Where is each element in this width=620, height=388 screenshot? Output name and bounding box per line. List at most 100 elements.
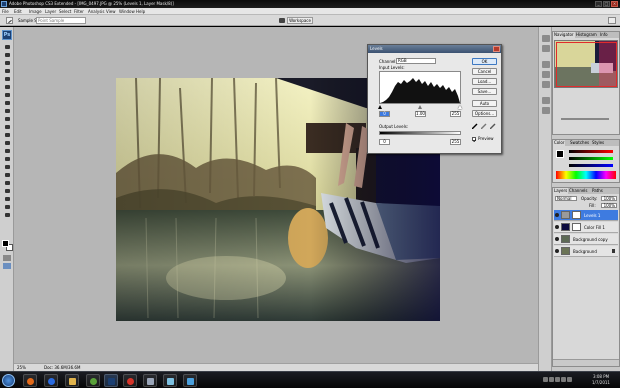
blue-slider[interactable]: [569, 164, 613, 167]
layer-mask-thumbnail[interactable]: [572, 223, 581, 231]
input-black-field[interactable]: 0: [379, 111, 390, 117]
levels-titlebar[interactable]: Levels: [368, 45, 501, 53]
black-eyedropper-icon[interactable]: [471, 123, 478, 130]
maximize-button[interactable]: □: [603, 1, 610, 7]
input-white-slider[interactable]: [458, 105, 462, 109]
path-select-tool-icon[interactable]: [3, 172, 11, 178]
tab-navigator[interactable]: Navigator: [553, 32, 575, 38]
paragraph-panel-icon[interactable]: [542, 107, 550, 114]
history-panel-icon[interactable]: [542, 35, 550, 42]
photoshop-taskbar-icon[interactable]: [104, 374, 118, 387]
menu-analysis[interactable]: Analysis: [88, 8, 104, 15]
input-black-slider[interactable]: [378, 105, 382, 109]
type-tool-icon[interactable]: [3, 164, 11, 170]
layer-row[interactable]: Background: [554, 246, 618, 257]
eye-icon[interactable]: [555, 225, 559, 229]
levels-dialog[interactable]: Levels Channel: RGB Input Levels: 0 1.00…: [367, 44, 502, 154]
opacity-field[interactable]: 100%: [601, 196, 617, 201]
eyedropper-icon[interactable]: [6, 17, 13, 24]
close-button[interactable]: ×: [611, 1, 618, 7]
healing-tool-icon[interactable]: [3, 92, 11, 98]
marquee-tool-icon[interactable]: [3, 52, 11, 58]
tray-icon[interactable]: [549, 377, 554, 382]
tray-icon[interactable]: [567, 377, 572, 382]
quick-select-tool-icon[interactable]: [3, 68, 11, 74]
chrome-icon[interactable]: [123, 374, 137, 387]
lasso-tool-icon[interactable]: [3, 60, 11, 66]
ok-button[interactable]: OK: [472, 58, 497, 65]
layer-row[interactable]: Levels 1: [554, 210, 618, 221]
app-icon[interactable]: [143, 374, 157, 387]
foreground-color-swatch[interactable]: [2, 240, 9, 247]
tab-swatches[interactable]: Swatches: [569, 140, 590, 146]
minimize-button[interactable]: _: [595, 1, 602, 7]
clock[interactable]: 3:08 PM 1/7/2011: [586, 374, 616, 387]
layer-row[interactable]: Color Fill 1: [554, 222, 618, 233]
gray-eyedropper-icon[interactable]: [480, 123, 487, 130]
white-eyedropper-icon[interactable]: [489, 123, 496, 130]
move-tool-icon[interactable]: [3, 44, 11, 50]
gradient-tool-icon[interactable]: [3, 132, 11, 138]
navigator-view-box[interactable]: [556, 42, 617, 87]
eye-icon[interactable]: [555, 213, 559, 217]
spectrum-bar[interactable]: [556, 171, 616, 179]
tab-histogram[interactable]: Histogram: [575, 32, 598, 38]
input-gamma-slider[interactable]: [418, 105, 422, 109]
blend-mode-select[interactable]: Normal: [555, 196, 577, 201]
menu-layer[interactable]: Layer: [45, 8, 56, 15]
eyedropper-tool-icon[interactable]: [3, 196, 11, 202]
navigator-preview[interactable]: [554, 40, 618, 88]
crop-tool-icon[interactable]: [3, 76, 11, 82]
brushes-panel-icon[interactable]: [542, 61, 550, 68]
stamp-tool-icon[interactable]: [3, 108, 11, 114]
messenger-icon[interactable]: [86, 374, 100, 387]
menu-select[interactable]: Select: [59, 8, 71, 15]
color-fg-swatch[interactable]: [556, 150, 564, 158]
menu-edit[interactable]: Edit: [14, 8, 22, 15]
blur-tool-icon[interactable]: [3, 140, 11, 146]
options-button[interactable]: Options...: [472, 110, 497, 117]
auto-button[interactable]: Auto: [472, 100, 497, 107]
menu-file[interactable]: File: [2, 8, 9, 15]
eye-icon[interactable]: [555, 249, 559, 253]
menu-help[interactable]: Help: [136, 8, 145, 15]
tab-channels[interactable]: Channels: [568, 188, 589, 194]
load-button[interactable]: Load...: [472, 78, 497, 85]
eye-icon[interactable]: [555, 237, 559, 241]
eraser-tool-icon[interactable]: [3, 124, 11, 130]
zoom-tool-icon[interactable]: [3, 212, 11, 218]
folder-icon[interactable]: [65, 374, 79, 387]
levels-close-button[interactable]: [493, 46, 500, 52]
start-button[interactable]: [2, 374, 15, 387]
menu-image[interactable]: Image: [29, 8, 42, 15]
history-brush-tool-icon[interactable]: [3, 116, 11, 122]
workspace-menu[interactable]: Workspace: [287, 17, 313, 24]
tool-presets-icon[interactable]: [542, 71, 550, 78]
media-player-icon[interactable]: [44, 374, 58, 387]
cancel-button[interactable]: Cancel: [472, 68, 497, 75]
character-panel-icon[interactable]: [542, 97, 550, 104]
pen-tool-icon[interactable]: [3, 156, 11, 162]
quick-mask-icon[interactable]: [3, 255, 11, 261]
tray-icon[interactable]: [543, 377, 548, 382]
input-gamma-field[interactable]: 1.00: [415, 111, 426, 117]
workspace-icon[interactable]: [279, 18, 285, 23]
image-viewer-icon[interactable]: [163, 374, 177, 387]
actions-panel-icon[interactable]: [542, 45, 550, 52]
dock-toggle-button[interactable]: [608, 17, 616, 24]
tab-color[interactable]: Color: [553, 140, 566, 146]
input-white-field[interactable]: 255: [450, 111, 461, 117]
tab-paths[interactable]: Paths: [591, 188, 604, 194]
brush-tool-icon[interactable]: [3, 100, 11, 106]
sample-size-select[interactable]: Point Sample: [36, 17, 86, 24]
green-slider[interactable]: [569, 157, 613, 160]
fill-field[interactable]: 100%: [601, 203, 617, 208]
layer-row[interactable]: Background copy: [554, 234, 618, 245]
hand-tool-icon[interactable]: [3, 204, 11, 210]
menu-window[interactable]: Window: [119, 8, 135, 15]
tray-icon[interactable]: [561, 377, 566, 382]
dodge-tool-icon[interactable]: [3, 148, 11, 154]
channel-select[interactable]: RGB: [396, 58, 436, 64]
slice-tool-icon[interactable]: [3, 84, 11, 90]
firefox-icon[interactable]: [23, 374, 37, 387]
